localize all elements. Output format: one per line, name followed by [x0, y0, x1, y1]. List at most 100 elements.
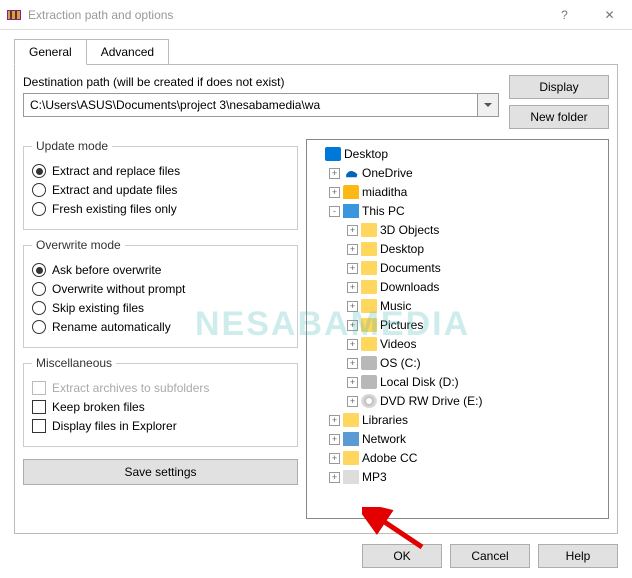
overwrite-mode-legend: Overwrite mode	[32, 238, 125, 252]
winrar-icon	[6, 7, 22, 23]
update-mode-group: Update mode Extract and replace files Ex…	[23, 139, 298, 230]
tree-item-label: miaditha	[362, 185, 407, 199]
expand-icon[interactable]: +	[347, 301, 358, 312]
expand-icon[interactable]: +	[329, 168, 340, 179]
tree-item-label: Network	[362, 432, 406, 446]
desktop-icon	[325, 147, 341, 161]
expand-icon[interactable]: +	[329, 187, 340, 198]
tree-item[interactable]: +Desktop	[311, 240, 604, 258]
new-folder-button[interactable]: New folder	[509, 105, 609, 129]
tree-item-label: Downloads	[380, 280, 439, 294]
onedrive-icon	[343, 166, 359, 180]
network-icon	[343, 432, 359, 446]
tree-item-label: MP3	[362, 470, 387, 484]
tree-item[interactable]: +3D Objects	[311, 221, 604, 239]
folder-icon	[361, 299, 377, 313]
close-button[interactable]: ✕	[587, 0, 632, 30]
chevron-down-icon	[484, 103, 492, 108]
tree-item-label: Videos	[380, 337, 416, 351]
tree-item[interactable]: Desktop	[311, 145, 604, 163]
tree-item[interactable]: +Documents	[311, 259, 604, 277]
destination-path-input[interactable]	[23, 93, 477, 117]
folder-icon	[343, 413, 359, 427]
expand-icon[interactable]: +	[347, 225, 358, 236]
tree-item[interactable]: + Network	[311, 430, 604, 448]
expand-icon[interactable]: +	[347, 263, 358, 274]
tree-item[interactable]: + Local Disk (D:)	[311, 373, 604, 391]
expand-icon[interactable]: +	[347, 396, 358, 407]
tree-item-label: Music	[380, 299, 411, 313]
radio-ask-overwrite[interactable]	[32, 263, 46, 277]
check-extract-subfolders	[32, 381, 46, 395]
tree-item-label: Pictures	[380, 318, 423, 332]
help-button[interactable]: Help	[538, 544, 618, 568]
tree-item[interactable]: + OS (C:)	[311, 354, 604, 372]
tree-item[interactable]: + miaditha	[311, 183, 604, 201]
tree-item-label: Adobe CC	[362, 451, 417, 465]
expand-icon[interactable]: +	[347, 282, 358, 293]
folder-icon	[361, 337, 377, 351]
tree-item[interactable]: + Pictures	[311, 316, 604, 334]
radio-label: Rename automatically	[52, 320, 171, 334]
expand-icon[interactable]: +	[329, 472, 340, 483]
drive-icon	[361, 356, 377, 370]
tree-item[interactable]: + Adobe CC	[311, 449, 604, 467]
expand-icon[interactable]: +	[329, 434, 340, 445]
tree-item-label: Desktop	[344, 147, 388, 161]
radio-overwrite-noprompt[interactable]	[32, 282, 46, 296]
display-button[interactable]: Display	[509, 75, 609, 99]
expand-icon[interactable]: +	[329, 415, 340, 426]
cancel-button[interactable]: Cancel	[450, 544, 530, 568]
overwrite-mode-group: Overwrite mode Ask before overwrite Over…	[23, 238, 298, 348]
radio-extract-replace[interactable]	[32, 164, 46, 178]
tree-item[interactable]: + Music	[311, 297, 604, 315]
check-keep-broken[interactable]	[32, 400, 46, 414]
tree-item-label: Libraries	[362, 413, 408, 427]
tree-item[interactable]: + Downloads	[311, 278, 604, 296]
folder-icon	[361, 318, 377, 332]
tab-advanced[interactable]: Advanced	[87, 39, 169, 65]
expand-icon[interactable]: +	[347, 320, 358, 331]
radio-extract-update[interactable]	[32, 183, 46, 197]
tree-item[interactable]: + Libraries	[311, 411, 604, 429]
destination-dropdown[interactable]	[477, 93, 499, 117]
expander-blank	[311, 149, 322, 160]
folder-tree[interactable]: Desktop+OneDrive+miaditha-This PC+3D Obj…	[306, 139, 609, 519]
destination-label: Destination path (will be created if doe…	[23, 75, 499, 89]
dvd-icon	[361, 394, 377, 408]
tree-item[interactable]: + Videos	[311, 335, 604, 353]
tree-item-label: OS (C:)	[380, 356, 421, 370]
pc-icon	[343, 204, 359, 218]
window-title: Extraction path and options	[28, 8, 542, 22]
tree-item-label: Local Disk (D:)	[380, 375, 459, 389]
tree-item[interactable]: - This PC	[311, 202, 604, 220]
help-button[interactable]: ?	[542, 0, 587, 30]
tree-item-label: 3D Objects	[380, 223, 439, 237]
folder-icon	[361, 223, 377, 237]
collapse-icon[interactable]: -	[329, 206, 340, 217]
expand-icon[interactable]: +	[347, 339, 358, 350]
drive-icon	[361, 375, 377, 389]
check-label: Keep broken files	[52, 400, 145, 414]
tab-general[interactable]: General	[14, 39, 87, 65]
expand-icon[interactable]: +	[347, 358, 358, 369]
radio-fresh-only[interactable]	[32, 202, 46, 216]
radio-skip-existing[interactable]	[32, 301, 46, 315]
expand-icon[interactable]: +	[347, 244, 358, 255]
folder-icon	[361, 242, 377, 256]
ok-button[interactable]: OK	[362, 544, 442, 568]
expand-icon[interactable]: +	[347, 377, 358, 388]
radio-label: Ask before overwrite	[52, 263, 161, 277]
radio-rename-auto[interactable]	[32, 320, 46, 334]
check-label: Extract archives to subfolders	[52, 381, 209, 395]
user-icon	[343, 185, 359, 199]
tree-item[interactable]: +DVD RW Drive (E:)	[311, 392, 604, 410]
save-settings-button[interactable]: Save settings	[23, 459, 298, 485]
expand-icon[interactable]: +	[329, 453, 340, 464]
tree-item[interactable]: + MP3	[311, 468, 604, 486]
radio-label: Extract and replace files	[52, 164, 180, 178]
folder-icon	[343, 451, 359, 465]
tree-item-label: This PC	[362, 204, 405, 218]
check-display-explorer[interactable]	[32, 419, 46, 433]
tree-item[interactable]: +OneDrive	[311, 164, 604, 182]
